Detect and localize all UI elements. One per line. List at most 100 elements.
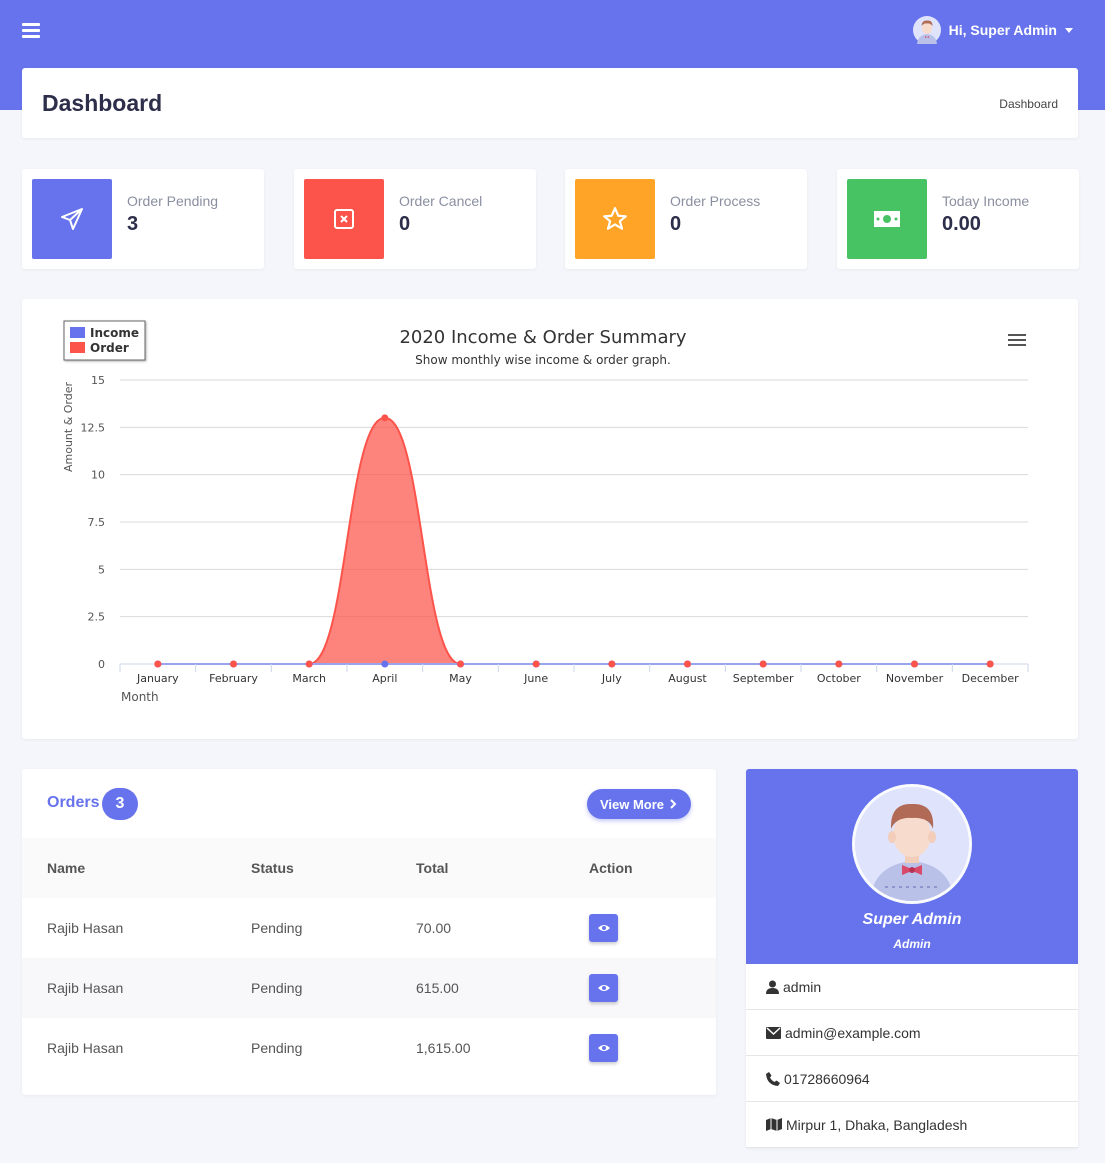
eye-icon <box>597 985 610 991</box>
x-tick-label: December <box>962 672 1020 685</box>
x-tick-label: March <box>292 672 326 685</box>
envelope-icon <box>766 1026 781 1039</box>
order-total: 1,615.00 <box>416 1040 471 1056</box>
paper-plane-icon <box>32 179 112 259</box>
profile-phone-row: 01728660964 <box>746 1056 1078 1102</box>
data-point-order[interactable] <box>457 660 464 668</box>
close-square-icon <box>304 179 384 259</box>
stat-card-order-process: Order Process 0 <box>565 169 807 269</box>
chart-title: 2020 Income & Order Summary <box>399 327 686 348</box>
legend-label-income: Income <box>90 326 139 340</box>
orders-count-badge: 3 <box>102 788 138 820</box>
order-total: 70.00 <box>416 920 452 936</box>
profile-email[interactable]: admin@example.com <box>785 1025 921 1041</box>
orders-table-header: Name Status Total Action <box>22 838 716 898</box>
data-point-order[interactable] <box>911 660 918 668</box>
eye-icon <box>597 1045 610 1051</box>
eye-icon <box>597 925 610 931</box>
view-more-label: View More <box>599 796 665 812</box>
x-tick-label: September <box>733 672 794 685</box>
page-header: Dashboard Dashboard <box>22 68 1078 138</box>
series-area-order <box>157 417 991 664</box>
column-header-total[interactable]: Total <box>416 838 448 898</box>
y-tick-label: 12.5 <box>81 421 106 434</box>
page-title: Dashboard <box>42 90 163 116</box>
data-point-order[interactable] <box>230 660 237 668</box>
y-tick-label: 15 <box>91 374 105 387</box>
view-order-button[interactable] <box>589 914 618 942</box>
x-tick-label: October <box>817 672 861 685</box>
y-axis-label: Amount & Order <box>62 381 75 472</box>
income-order-chart-card: 0 2.5 5 7.5 10 12.5 15 January February March Apri… <box>22 299 1078 739</box>
orders-card: Orders 3 View More Name Status Total Act… <box>22 769 716 1095</box>
x-tick-label: April <box>372 672 397 685</box>
legend-swatch-order <box>70 342 85 353</box>
view-order-button[interactable] <box>589 974 618 1002</box>
y-tick-label: 5 <box>98 563 105 576</box>
chart-legend[interactable]: Income Order <box>63 320 146 361</box>
profile-card: Super Admin Admin admin admin@example.co… <box>746 769 1078 1148</box>
stat-card-today-income: Today Income 0.00 <box>837 169 1079 269</box>
x-tick-label: July <box>601 672 622 685</box>
menu-toggle-icon[interactable] <box>22 23 40 39</box>
column-header-name[interactable]: Name <box>47 838 85 898</box>
data-point-order[interactable] <box>381 414 389 422</box>
profile-email-row: admin@example.com <box>746 1010 1078 1056</box>
data-point-order[interactable] <box>532 660 540 668</box>
y-tick-label: 2.5 <box>88 611 106 624</box>
x-tick-label: November <box>886 672 944 685</box>
data-point-order[interactable] <box>305 660 313 668</box>
column-header-status[interactable]: Status <box>251 838 294 898</box>
order-name: Rajib Hasan <box>47 920 124 936</box>
y-tick-label: 10 <box>91 469 105 482</box>
stat-label: Today Income <box>942 193 1030 209</box>
stat-label: Order Process <box>670 193 761 209</box>
avatar <box>852 784 972 904</box>
x-tick-label: February <box>209 672 258 685</box>
income-order-chart: 0 2.5 5 7.5 10 12.5 15 January February March Apri… <box>62 320 1029 704</box>
order-status: Pending <box>251 1040 303 1056</box>
user-greeting: Hi, Super Admin <box>948 22 1057 38</box>
stat-value: 0 <box>399 213 411 235</box>
data-point-order[interactable] <box>684 660 691 668</box>
y-tick-label: 7.5 <box>88 516 106 529</box>
stat-card-order-cancel: Order Cancel 0 <box>294 169 536 269</box>
user-icon <box>766 980 779 994</box>
column-header-action: Action <box>589 860 633 876</box>
profile-address-row: Mirpur 1, Dhaka, Bangladesh <box>746 1102 1078 1148</box>
legend-label-order: Order <box>90 341 129 355</box>
table-row: Rajib Hasan Pending 1,615.00 <box>22 1018 716 1078</box>
table-row: Rajib Hasan Pending 615.00 <box>22 958 716 1018</box>
chevron-right-icon <box>670 799 677 809</box>
chart-menu-icon[interactable] <box>1008 334 1026 349</box>
data-point-order[interactable] <box>835 660 843 668</box>
view-more-button[interactable]: View More <box>587 789 691 819</box>
data-point-order[interactable] <box>608 660 616 668</box>
x-tick-label: August <box>668 672 707 685</box>
data-point-order[interactable] <box>154 660 162 668</box>
orders-title: Orders <box>47 794 100 811</box>
view-order-button[interactable] <box>589 1034 618 1062</box>
x-axis-label: Month <box>121 690 159 704</box>
order-name: Rajib Hasan <box>47 980 124 996</box>
user-avatar-icon <box>912 16 941 44</box>
profile-role: Admin <box>893 937 931 951</box>
data-point-order[interactable] <box>759 660 767 668</box>
stat-value: 0.00 <box>942 213 981 235</box>
data-point-order[interactable] <box>986 660 994 668</box>
user-dropdown[interactable]: Hi, Super Admin <box>912 16 1073 44</box>
stat-card-order-pending: Order Pending 3 <box>22 169 264 269</box>
stat-label: Order Pending <box>127 193 219 209</box>
profile-username: admin <box>783 978 822 995</box>
profile-phone: 01728660964 <box>784 1070 870 1087</box>
order-status: Pending <box>251 920 303 936</box>
stat-value: 0 <box>670 213 682 235</box>
data-point-income[interactable] <box>381 660 389 668</box>
admin-avatar-icon <box>855 787 969 901</box>
order-name: Rajib Hasan <box>47 1040 124 1056</box>
stat-value: 3 <box>127 213 139 235</box>
order-total: 615.00 <box>416 980 459 996</box>
y-tick-label: 0 <box>98 658 105 671</box>
stat-label: Order Cancel <box>399 193 483 209</box>
breadcrumb[interactable]: Dashboard <box>999 97 1058 111</box>
